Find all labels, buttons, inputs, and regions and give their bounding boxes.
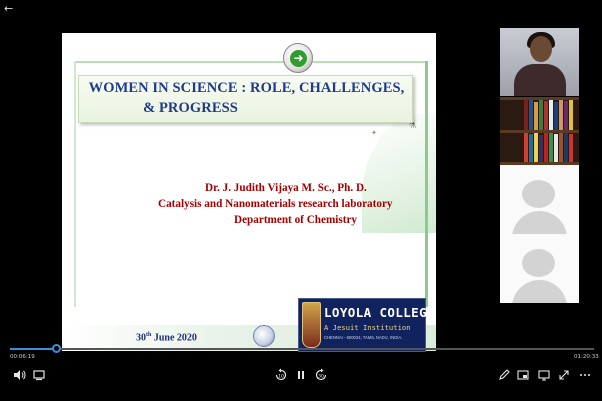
seek-bar-handle[interactable] xyxy=(51,344,61,353)
slide-frame-top xyxy=(74,61,428,63)
avatar-body-icon xyxy=(512,280,567,303)
author-department: Department of Chemistry xyxy=(234,214,358,226)
avatar-body-icon xyxy=(512,211,567,234)
author-name: Dr. J. Judith Vijaya M. Sc., Ph. D. xyxy=(205,182,367,194)
cast-icon xyxy=(538,370,550,381)
miniview-button[interactable] xyxy=(516,368,530,382)
slide-title-line-1: WOMEN IN SCIENCE : ROLE, CHALLENGES, xyxy=(88,80,405,96)
avatar-head-icon xyxy=(522,180,555,208)
globe-icon xyxy=(253,325,275,347)
pause-button[interactable] xyxy=(294,368,308,382)
seek-bar-fill xyxy=(10,348,56,350)
forward-icon: 30 xyxy=(315,368,327,381)
college-address: CHENNAI - 600034, TAMIL NADU, INDIA. xyxy=(324,335,403,340)
more-options-button[interactable] xyxy=(578,368,592,382)
college-logo: LOYOLA COLLEGE A Jesuit Institution CHEN… xyxy=(298,298,435,352)
rewind-10-button[interactable]: 10 xyxy=(274,368,288,382)
svg-text:30: 30 xyxy=(318,374,324,380)
pause-icon xyxy=(298,371,304,379)
college-crest-icon xyxy=(302,302,321,348)
total-time: 01:20:33 xyxy=(574,354,599,360)
author-lab: Catalysis and Nanomaterials research lab… xyxy=(158,198,393,210)
slide-title-line-2: & PROGRESS xyxy=(143,100,238,116)
sparkle-icon: ✦ xyxy=(371,129,377,137)
slide-date: 30th June 2020 xyxy=(136,332,197,344)
more-icon xyxy=(580,374,590,376)
slide-next-arrow-icon: ➜ xyxy=(283,43,313,73)
participant-avatar-1[interactable] xyxy=(500,165,579,234)
captions-button[interactable] xyxy=(32,368,46,382)
college-motto: A Jesuit Institution xyxy=(324,323,411,332)
college-name: LOYOLA COLLEGE xyxy=(324,305,435,320)
avatar-head-icon xyxy=(522,249,555,277)
participant-video-1[interactable] xyxy=(500,28,579,96)
participant-video-2[interactable] xyxy=(500,97,579,165)
participant-avatar-2[interactable] xyxy=(500,234,579,303)
edit-button[interactable] xyxy=(497,368,511,382)
forward-30-button[interactable]: 30 xyxy=(314,368,328,382)
pen-icon xyxy=(499,369,510,380)
slide-title-box: WOMEN IN SCIENCE : ROLE, CHALLENGES, & P… xyxy=(78,75,413,123)
cast-button[interactable] xyxy=(537,368,551,382)
svg-text:10: 10 xyxy=(278,374,284,380)
back-arrow-icon: ← xyxy=(4,2,14,15)
volume-button[interactable] xyxy=(12,368,26,382)
volume-icon xyxy=(14,370,26,380)
rewind-icon: 10 xyxy=(275,368,287,381)
slide-frame-left xyxy=(74,61,76,307)
miniview-icon xyxy=(517,370,529,380)
fullscreen-button[interactable] xyxy=(557,368,571,382)
fullscreen-icon xyxy=(559,370,569,380)
elapsed-time: 00:06:19 xyxy=(10,354,35,360)
back-button[interactable]: ← xyxy=(4,2,18,16)
seek-bar[interactable] xyxy=(10,344,594,353)
captions-icon xyxy=(33,370,45,381)
